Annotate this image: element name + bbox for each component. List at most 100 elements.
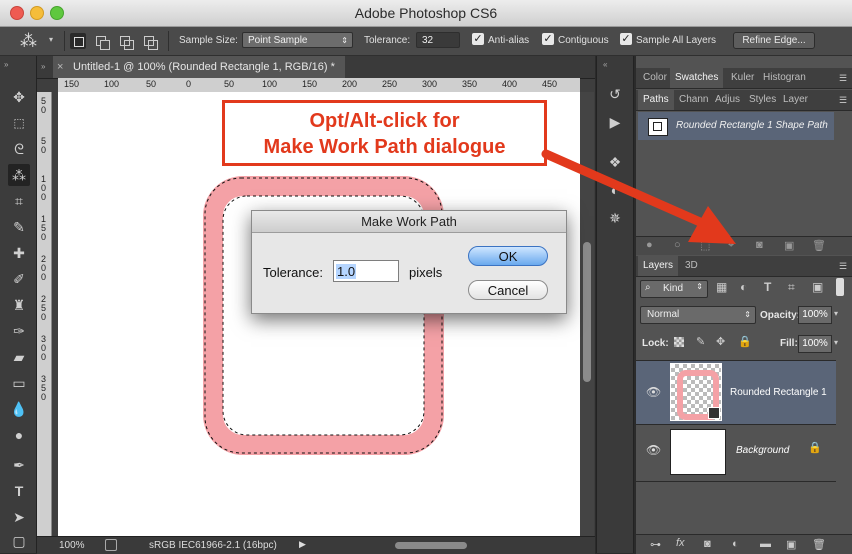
dodge-tool-icon[interactable]: ● (8, 424, 30, 446)
lasso-tool-icon[interactable]: ᘓ (8, 138, 30, 160)
document-tab[interactable]: × Untitled-1 @ 100% (Rounded Rectangle 1… (53, 56, 345, 78)
new-layer-icon[interactable]: ▣ (786, 538, 796, 551)
new-path-icon[interactable]: ▣ (784, 239, 794, 252)
move-tool-icon[interactable]: ✥ (8, 86, 30, 108)
ruler-label: 0 (41, 312, 47, 322)
ruler-label: 400 (502, 79, 518, 89)
tab-paths[interactable]: Paths (638, 90, 674, 110)
tab-kuler[interactable]: Kuler (726, 68, 759, 88)
history-brush-tool-icon[interactable]: ✑ (8, 320, 30, 342)
intersect-selection-icon-back (148, 40, 158, 50)
brush-tool-icon[interactable]: ✐ (8, 268, 30, 290)
paths-panel-tabs: Paths Chann Adjus Styles Layer ☰ (636, 90, 852, 111)
lock-pixels-icon[interactable]: ✎ (696, 335, 705, 348)
lock-transparency-icon[interactable] (674, 337, 684, 347)
ruler-label: 0 (41, 145, 47, 155)
sample-size-select[interactable]: Point Sample ⇕ (242, 32, 353, 48)
scroll-thumb[interactable] (583, 242, 591, 382)
opacity-label: Opacity: (760, 310, 801, 321)
eyedropper-tool-icon[interactable]: ✎ (8, 216, 30, 238)
eraser-tool-icon[interactable]: ▰ (8, 346, 30, 368)
make-work-path-dialog: Make Work Path Tolerance: 1.0 pixels OK … (251, 210, 567, 314)
layer-row[interactable]: 👁 Rounded Rectangle 1 (636, 360, 836, 425)
layer-row[interactable]: 👁 Background 🔒 (636, 424, 836, 482)
tool-preset-dropdown-icon[interactable]: ▾ (49, 35, 53, 44)
fill-input[interactable]: 100% (798, 335, 832, 353)
link-layers-icon[interactable]: ⊶ (650, 538, 661, 551)
tolerance-label: Tolerance: (364, 35, 411, 46)
horizontal-scroll-thumb[interactable] (395, 542, 467, 549)
collapse-toolbar-icon[interactable]: » (4, 60, 8, 69)
opacity-input[interactable]: 100% (798, 306, 832, 324)
zoom-level[interactable]: 100% (59, 540, 85, 551)
collapse-strip-icon[interactable]: « (603, 60, 607, 69)
type-tool-icon[interactable]: T (8, 480, 30, 502)
tab-adjustments[interactable]: Adjus (710, 90, 745, 110)
magic-wand-icon[interactable]: ⁂ (20, 31, 37, 51)
right-panels: Color Swatches Kuler Histogran ☰ Paths C… (636, 56, 852, 554)
tab-channels[interactable]: Chann (674, 90, 713, 110)
window-title: Adobe Photoshop CS6 (354, 5, 498, 21)
tab-styles[interactable]: Styles (744, 90, 781, 110)
clone-stamp-tool-icon[interactable]: ♜ (8, 294, 30, 316)
ruler-label: 100 (104, 79, 120, 89)
filter-pixel-icon[interactable]: ▦ (716, 280, 727, 294)
filter-shape-icon[interactable]: ⌗ (788, 280, 795, 295)
opacity-dropdown-icon[interactable]: ▾ (834, 309, 838, 318)
cancel-button[interactable]: Cancel (468, 280, 548, 300)
filter-adjustment-icon[interactable]: ◐ (740, 280, 747, 294)
fill-dropdown-icon[interactable]: ▾ (834, 338, 838, 347)
gradient-tool-icon[interactable]: ▭ (8, 372, 30, 394)
magic-wand-tool-icon[interactable]: ⁂ (8, 164, 30, 186)
tolerance-input[interactable]: 32 (416, 32, 460, 48)
panel-menu-icon[interactable]: ☰ (839, 95, 848, 106)
eye-icon[interactable]: 👁 (646, 385, 661, 399)
status-bar: 100% sRGB IEC61966-2.1 (16bpc) ▶ (37, 536, 595, 554)
contiguous-checkbox[interactable]: ✓ (542, 33, 554, 45)
filter-type-icon[interactable]: T (764, 280, 771, 294)
delete-path-icon[interactable]: 🗑 (812, 239, 826, 252)
panel-menu-icon[interactable]: ☰ (839, 261, 848, 272)
blur-tool-icon[interactable]: 💧 (8, 398, 30, 420)
layer-kind-filter[interactable]: ⌕ Kind ⇕ (640, 280, 708, 298)
path-row[interactable]: Rounded Rectangle 1 Shape Path (638, 112, 834, 140)
refine-edge-button[interactable]: Refine Edge... (733, 32, 815, 49)
actions-panel-icon[interactable]: ▶ (605, 112, 625, 132)
add-selection-icon-back (100, 40, 110, 50)
ruler-label: 300 (422, 79, 438, 89)
delete-layer-icon[interactable]: 🗑 (812, 538, 826, 551)
marquee-tool-icon[interactable]: ⬚ (8, 112, 30, 134)
eye-icon[interactable]: 👁 (646, 443, 661, 457)
filter-smart-object-icon[interactable]: ▣ (812, 280, 823, 294)
ruler-label: 250 (382, 79, 398, 89)
new-group-icon[interactable]: ▬ (760, 538, 771, 550)
blend-mode-select[interactable]: Normal ⇕ (640, 306, 756, 324)
history-panel-icon[interactable]: ↺ (605, 84, 625, 104)
tab-color[interactable]: Color (638, 68, 672, 88)
lock-position-icon[interactable]: ✥ (716, 335, 725, 348)
layer-style-icon[interactable]: fx (676, 537, 685, 549)
layer-lock-icon: 🔒 (808, 442, 822, 454)
panel-menu-icon[interactable]: ☰ (839, 73, 848, 84)
adjustment-layer-icon[interactable]: ◐ (732, 538, 739, 550)
healing-brush-tool-icon[interactable]: ✚ (8, 242, 30, 264)
ruler-label: 150 (64, 79, 80, 89)
lock-all-icon[interactable]: 🔒 (738, 335, 752, 348)
tolerance-input[interactable]: 1.0 (333, 260, 399, 282)
tab-swatches[interactable]: Swatches (670, 68, 724, 88)
tab-histogram[interactable]: Histogran (758, 68, 811, 88)
close-tab-icon[interactable]: × (57, 56, 63, 78)
collapse-tabs-icon[interactable]: » (41, 62, 45, 71)
status-menu-icon[interactable] (105, 539, 117, 551)
ok-button[interactable]: OK (468, 246, 548, 266)
crop-tool-icon[interactable]: ⌗ (8, 190, 30, 212)
rectangle-tool-icon[interactable]: ▢ (8, 530, 30, 552)
status-arrow-icon[interactable]: ▶ (299, 539, 306, 550)
tab-layer-comps[interactable]: Layer (778, 90, 813, 110)
path-selection-tool-icon[interactable]: ➤ (8, 506, 30, 528)
anti-alias-checkbox[interactable]: ✓ (472, 33, 484, 45)
add-mask-icon[interactable]: ◙ (704, 538, 711, 550)
filter-toggle[interactable] (836, 278, 844, 296)
sample-all-layers-checkbox[interactable]: ✓ (620, 33, 632, 45)
pen-tool-icon[interactable]: ✒ (8, 454, 30, 476)
